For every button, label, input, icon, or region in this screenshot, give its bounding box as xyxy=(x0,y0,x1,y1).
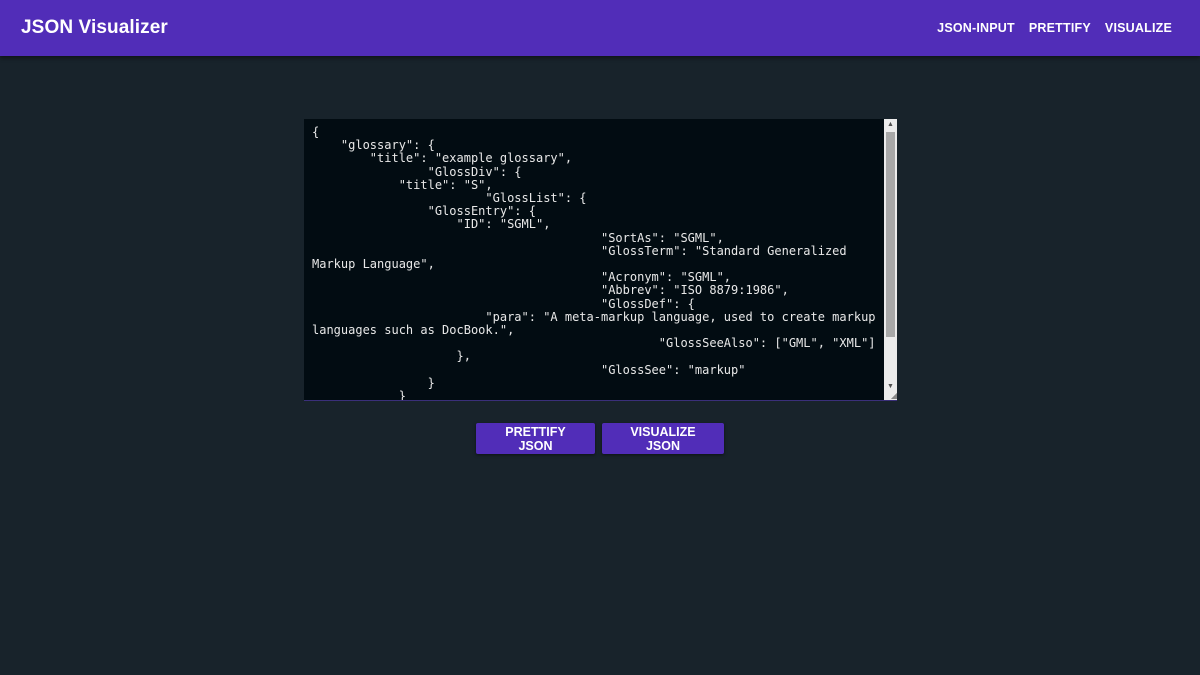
resize-grip-icon[interactable]: ◢ xyxy=(887,392,897,400)
action-buttons: PRETTIFY JSON VISUALIZE JSON xyxy=(476,423,724,454)
top-nav: JSON-INPUT PRETTIFY VISUALIZE xyxy=(937,21,1172,35)
scroll-up-arrow-icon[interactable]: ▲ xyxy=(884,119,897,131)
nav-json-input[interactable]: JSON-INPUT xyxy=(937,21,1015,35)
json-editor: { "glossary": { "title": "example glossa… xyxy=(304,119,897,401)
visualize-json-button[interactable]: VISUALIZE JSON xyxy=(602,423,724,454)
scroll-thumb[interactable] xyxy=(886,132,895,337)
app-bar: JSON Visualizer JSON-INPUT PRETTIFY VISU… xyxy=(0,0,1200,56)
nav-prettify[interactable]: PRETTIFY xyxy=(1029,21,1091,35)
editor-scrollbar[interactable]: ▲ ▼ xyxy=(884,119,897,400)
prettify-json-button[interactable]: PRETTIFY JSON xyxy=(476,423,595,454)
json-input-textarea[interactable]: { "glossary": { "title": "example glossa… xyxy=(304,119,884,400)
nav-visualize[interactable]: VISUALIZE xyxy=(1105,21,1172,35)
app-title: JSON Visualizer xyxy=(21,17,168,38)
